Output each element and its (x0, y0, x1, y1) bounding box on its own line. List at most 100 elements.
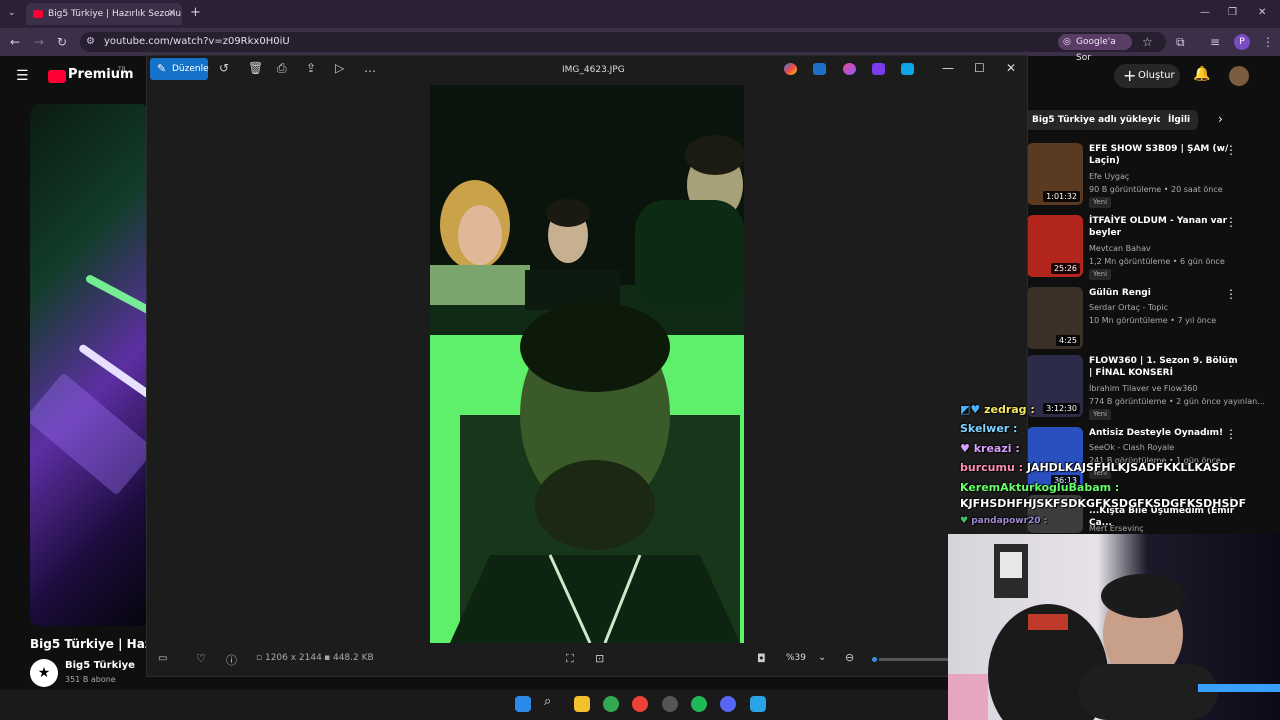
file-name: IMG_4623.JPG (562, 65, 625, 75)
more-options-icon[interactable]: ⋮ (1225, 355, 1237, 369)
recommendation-item[interactable]: 25:26 İTFAİYE OLDUM - Yanan var beyler M… (1027, 215, 1267, 280)
more-options-icon[interactable]: ⋮ (1225, 143, 1237, 157)
chips-next-icon[interactable]: › (1218, 112, 1223, 126)
cloud-sync-icon[interactable] (901, 63, 914, 75)
plus-icon: + (1123, 66, 1137, 85)
recommendation-item[interactable]: 4:25 Gülün Rengi Serdar Ortaç - Topic 10… (1027, 287, 1267, 351)
tab-list-icon[interactable]: ⌄ (8, 3, 16, 23)
reload-icon[interactable]: ↻ (57, 32, 67, 52)
extensions-icon[interactable]: ⧉ (1176, 32, 1185, 52)
minimize-window-icon[interactable]: — (1200, 3, 1210, 23)
video-thumbnail[interactable]: 25:26 (1027, 215, 1083, 277)
video-thumbnail[interactable]: 3:12:30 (1027, 355, 1083, 417)
new-tab-icon[interactable]: + (190, 3, 201, 23)
more-options-icon[interactable]: ⋮ (1225, 215, 1237, 229)
main-video-player[interactable] (30, 104, 150, 626)
filesize-icon: ▪ (324, 653, 333, 663)
more-actions-icon[interactable]: … (364, 61, 376, 75)
recommendation-channel[interactable]: SeeOk - Clash Royale (1089, 443, 1174, 452)
viewer-minimize-icon[interactable]: — (942, 61, 954, 75)
channel-avatar[interactable]: ★ (30, 659, 58, 687)
spotify-icon[interactable] (691, 696, 707, 712)
rotate-icon[interactable]: ↺ (219, 61, 229, 75)
profile-avatar[interactable]: P (1234, 34, 1250, 50)
video-thumbnail[interactable]: 4:25 (1027, 287, 1083, 349)
paint-icon[interactable] (872, 63, 885, 75)
viewer-close-icon[interactable]: ✕ (1006, 61, 1016, 75)
duration-badge: 1:01:32 (1043, 191, 1080, 202)
recommendation-channel[interactable]: İbrahim Tilaver ve Flow360 (1089, 384, 1197, 393)
clipchamp-icon[interactable] (843, 63, 856, 75)
file-explorer-icon[interactable] (574, 696, 590, 712)
recommendation-title[interactable]: Gülün Rengi (1089, 287, 1239, 299)
obs-icon[interactable] (662, 696, 678, 712)
chat-message: Skelwer : (960, 422, 1017, 435)
close-window-icon[interactable]: ✕ (1258, 3, 1266, 23)
chip-related[interactable]: İlgili (1160, 110, 1199, 130)
tab-title: Big5 Türkiye | Hazırlık Sezonu 1 (48, 9, 182, 19)
maximize-window-icon[interactable]: ❐ (1228, 3, 1237, 23)
more-options-icon[interactable]: ⋮ (1225, 287, 1237, 301)
share-icon[interactable]: ⇪ (306, 61, 316, 75)
recommendation-channel[interactable]: Mevtcan Bahav (1089, 244, 1151, 253)
recommendation-channel[interactable]: Serdar Ortaç - Topic (1089, 303, 1168, 312)
create-button[interactable]: + Oluştur (1114, 64, 1180, 88)
recommendation-title[interactable]: İTFAİYE OLDUM - Yanan var beyler (1089, 215, 1239, 239)
google-ask-button[interactable]: ◎ Google'a Sor (1058, 34, 1132, 63)
zoom-slider-handle[interactable] (870, 655, 879, 664)
fit-to-window-icon[interactable]: ⛶ (566, 652, 574, 666)
discord-icon[interactable] (720, 696, 736, 712)
screenshot-icon[interactable]: ◘ (757, 652, 766, 665)
site-info-icon[interactable]: ⚙ (86, 32, 95, 52)
filmstrip-icon[interactable]: ▭ (158, 653, 167, 664)
hamburger-menu-icon[interactable]: ☰ (16, 68, 29, 84)
recommendation-item[interactable]: 3:12:30 FLOW360 | 1. Sezon 9. Bölüm | Fİ… (1027, 355, 1267, 420)
recommendation-channel[interactable]: Mert Ersevinç (1089, 524, 1144, 533)
zoom-dropdown-icon[interactable]: ⌄ (818, 652, 826, 663)
photos-app-icon[interactable] (750, 696, 766, 712)
user-avatar[interactable] (1229, 66, 1249, 86)
chrome-icon[interactable] (603, 696, 619, 712)
browser-tab-active[interactable]: Big5 Türkiye | Hazırlık Sezonu 1 ✕ (26, 3, 182, 25)
notifications-bell-icon[interactable]: 🔔 (1193, 66, 1210, 82)
zoom-out-icon[interactable]: ⊖ (845, 651, 854, 664)
slideshow-icon[interactable]: ▷ (335, 61, 344, 75)
media-control-icon[interactable]: ≡ (1210, 32, 1220, 52)
video-thumbnail[interactable]: 36:13 (1027, 427, 1083, 489)
back-icon[interactable]: ← (10, 32, 20, 52)
bookmark-star-icon[interactable]: ☆ (1142, 32, 1153, 52)
new-badge: Yeni (1089, 197, 1112, 208)
youtube-logo-icon[interactable] (48, 70, 66, 83)
zoom-level[interactable]: %39 (786, 653, 806, 663)
actual-size-icon[interactable]: ⊡ (595, 652, 604, 665)
info-icon[interactable]: ⓘ (226, 652, 237, 668)
recommendation-item[interactable]: 1:01:32 EFE SHOW S3B09 | ŞAM (w/ Laçin) … (1027, 143, 1267, 208)
zoom-slider[interactable] (872, 658, 950, 661)
edit-button[interactable]: ✎ Düzenle (150, 58, 209, 80)
delete-icon[interactable]: 🗑 (248, 61, 263, 75)
windows-start-icon[interactable] (515, 696, 531, 712)
more-options-icon[interactable]: ⋮ (1225, 427, 1237, 441)
recommendation-title[interactable]: EFE SHOW S3B09 | ŞAM (w/ Laçin) (1089, 143, 1239, 167)
channel-name[interactable]: Big5 Türkiye (65, 660, 135, 671)
video-thumbnail[interactable]: 1:01:32 (1027, 143, 1083, 205)
dimensions-text: 1206 x 2144 (264, 653, 322, 663)
edit-pencil-icon: ✎ (157, 62, 167, 75)
viewer-maximize-icon[interactable]: ☐ (974, 61, 985, 75)
search-icon[interactable]: ⌕ (544, 694, 551, 709)
close-tab-icon[interactable]: ✕ (168, 3, 176, 25)
chrome-menu-icon[interactable]: ⋮ (1262, 32, 1274, 52)
webcam-image (948, 544, 1280, 720)
designer-icon[interactable] (813, 63, 826, 75)
recommendation-title[interactable]: FLOW360 | 1. Sezon 9. Bölüm | FİNAL KONS… (1089, 355, 1239, 379)
favorite-heart-icon[interactable]: ♡ (196, 652, 206, 665)
recommendation-channel[interactable]: Efe Uygaç (1089, 172, 1129, 181)
chrome-profile-icon[interactable] (632, 696, 648, 712)
displayed-photo[interactable] (430, 85, 744, 643)
forward-icon[interactable]: → (34, 32, 44, 52)
print-icon[interactable]: ⎙ (277, 61, 287, 76)
chat-message: ◩♥ zedrag : (960, 403, 1035, 416)
duration-badge: 4:25 (1056, 335, 1080, 346)
copilot-icon[interactable] (784, 63, 797, 75)
recommendation-title[interactable]: Antisiz Desteyle Oynadım! (1089, 427, 1239, 439)
